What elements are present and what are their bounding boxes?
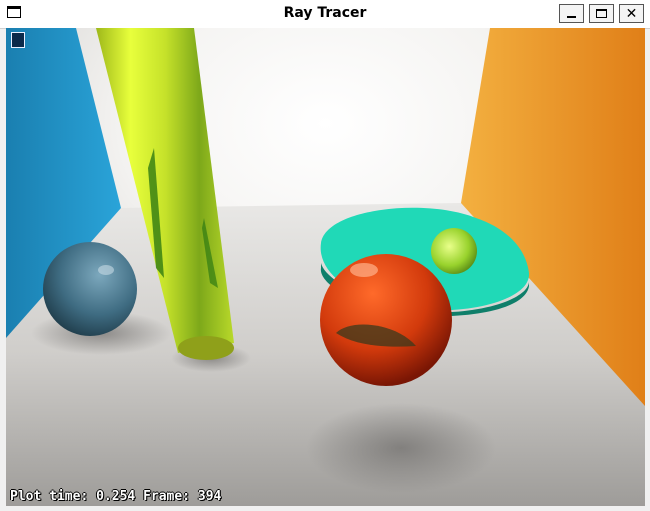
plot-time-value: 0.254 <box>96 489 136 504</box>
app-window: Ray Tracer ✕ Plot time: 0.254 Frame: 394 <box>0 0 650 511</box>
green-sphere <box>431 228 477 274</box>
red-sphere-highlight <box>350 263 378 277</box>
frame-value: 394 <box>197 489 222 504</box>
window-title: Ray Tracer <box>283 5 367 21</box>
blue-sphere <box>43 242 137 336</box>
close-button[interactable]: ✕ <box>619 4 644 23</box>
title-bar[interactable]: Ray Tracer ✕ <box>0 0 650 29</box>
close-icon: ✕ <box>625 5 638 22</box>
maximize-button[interactable] <box>589 4 614 23</box>
minimize-button[interactable] <box>559 4 584 23</box>
red-sphere <box>320 254 452 386</box>
cylinder-base <box>178 336 234 360</box>
minimize-icon <box>567 16 576 18</box>
plot-time-label: Plot time: <box>10 489 89 504</box>
rendered-scene <box>6 28 645 506</box>
render-viewport[interactable]: Plot time: 0.254 Frame: 394 <box>6 28 645 506</box>
frame-label: Frame: <box>143 489 191 504</box>
status-overlay: Plot time: 0.254 Frame: 394 <box>10 489 221 504</box>
red-sphere-shadow <box>306 403 496 493</box>
corner-indicator <box>11 32 25 48</box>
maximize-icon <box>596 9 607 18</box>
blue-sphere-highlight <box>98 265 114 275</box>
